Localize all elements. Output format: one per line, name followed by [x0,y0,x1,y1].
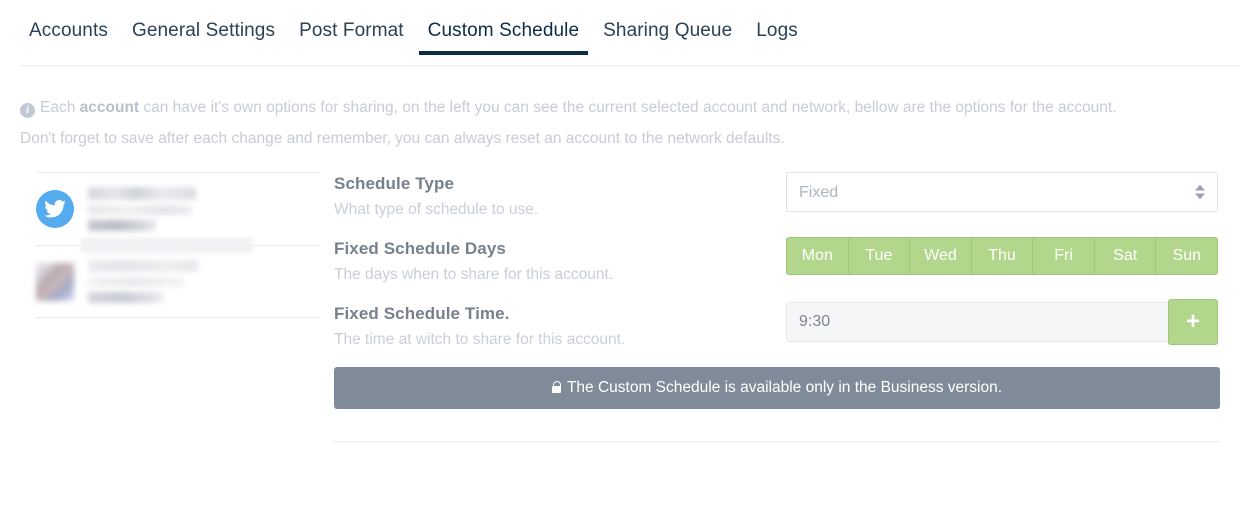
day-toggle-wed[interactable]: Wed [909,237,971,275]
schedule-time-input[interactable] [786,302,1168,342]
tab-sharing-queue[interactable]: Sharing Queue [594,20,741,55]
day-toggle-tue[interactable]: Tue [847,237,910,275]
row-schedule-time: Fixed Schedule Time. The time at witch t… [334,299,1240,349]
schedule-type-label: Schedule Type [334,174,455,193]
page-body: Schedule Type What type of schedule to u… [0,154,1260,442]
row-schedule-days: Fixed Schedule Days The days when to sha… [334,237,1240,284]
tab-bar: Accounts General Settings Post Format Cu… [0,0,1260,66]
schedule-type-select-wrap: Fixed [786,172,1218,212]
account-sidebar [20,172,320,442]
day-toggle-thu[interactable]: Thu [970,237,1033,275]
lock-icon [551,380,562,393]
time-input-group: + [786,299,1218,345]
form-bottom-divider [334,441,1220,442]
schedule-days-description: The days when to share for this account. [334,266,614,283]
schedule-type-description: What type of schedule to use. [334,201,539,218]
business-notice-text: The Custom Schedule is available only in… [566,379,1003,396]
sidebar-account-name-redacted [88,260,320,303]
schedule-days-control: Mon Tue Wed Thu Fri Sat Sun [786,237,1219,275]
notice-line1-bold: account [79,99,140,116]
schedule-time-label-group: Fixed Schedule Time. The time at witch t… [334,302,786,349]
tab-logs[interactable]: Logs [747,20,807,55]
redacted-network-label [81,238,253,253]
schedule-type-control: Fixed [786,172,1218,212]
redacted-line [88,260,198,272]
twitter-icon [36,190,74,228]
sidebar-account-second[interactable] [36,246,320,317]
info-icon: i [20,103,35,118]
notice-line2: Don't forget to save after each change a… [20,130,785,147]
business-version-notice: The Custom Schedule is available only in… [334,367,1220,409]
notice-line1-pre: Each [40,99,80,116]
row-schedule-type: Schedule Type What type of schedule to u… [334,172,1240,219]
redacted-line [88,277,184,287]
schedule-days-label: Fixed Schedule Days [334,239,506,258]
day-toggle-group: Mon Tue Wed Thu Fri Sat Sun [786,237,1219,275]
tab-accounts[interactable]: Accounts [20,20,117,55]
schedule-form: Schedule Type What type of schedule to u… [320,172,1240,442]
schedule-time-label: Fixed Schedule Time. [334,304,510,323]
schedule-type-label-group: Schedule Type What type of schedule to u… [334,172,786,219]
day-toggle-fri[interactable]: Fri [1032,237,1094,275]
schedule-type-select[interactable]: Fixed [786,172,1218,212]
redacted-line [88,292,164,303]
add-time-button[interactable]: + [1168,299,1218,345]
sidebar-account-twitter[interactable] [36,173,320,245]
sidebar-divider-bottom [36,317,320,318]
schedule-days-label-group: Fixed Schedule Days The days when to sha… [334,237,786,284]
tab-general-settings[interactable]: General Settings [123,20,284,55]
day-toggle-sun[interactable]: Sun [1155,237,1219,275]
schedule-time-description: The time at witch to share for this acco… [334,331,626,348]
sidebar-account-name-redacted [88,187,320,231]
schedule-time-control: + [786,299,1218,345]
tab-post-format[interactable]: Post Format [290,20,413,55]
blurred-avatar-image [36,262,74,301]
redacted-line [88,205,192,215]
tab-custom-schedule[interactable]: Custom Schedule [418,20,589,55]
info-notice: i Each account can have it's own options … [0,66,1230,154]
sidebar-divider-labeled [36,238,320,253]
redacted-line [88,220,156,231]
day-toggle-mon[interactable]: Mon [786,237,848,275]
day-toggle-sat[interactable]: Sat [1093,237,1156,275]
tab-list: Accounts General Settings Post Format Cu… [20,0,813,55]
notice-line1-post: can have it's own options for sharing, o… [139,99,1117,116]
redacted-line [88,187,196,200]
